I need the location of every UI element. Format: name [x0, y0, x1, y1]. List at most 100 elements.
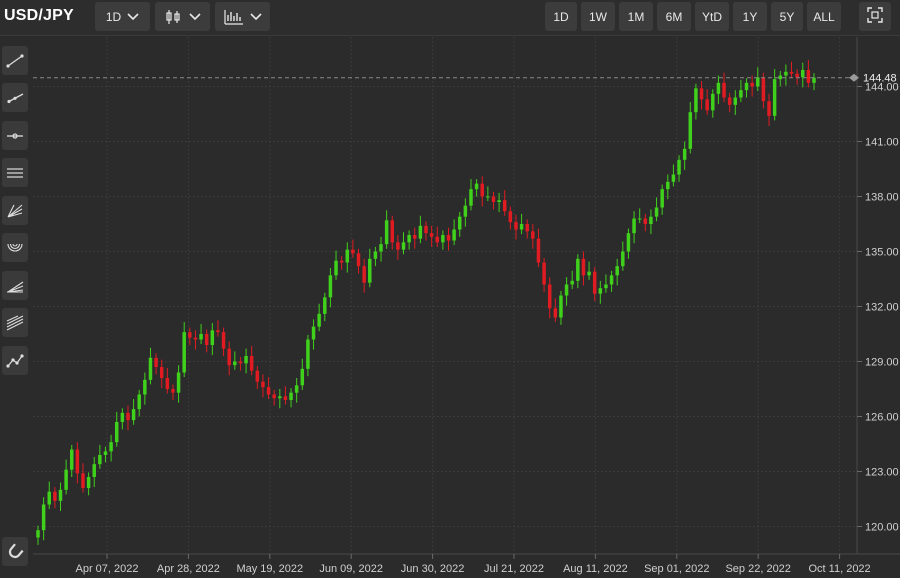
candle-body	[632, 218, 636, 234]
y-tick-label: 120.00	[865, 522, 899, 534]
magnet-tool-button[interactable]	[2, 537, 28, 566]
candle-body	[756, 77, 760, 87]
candle-body	[283, 396, 288, 400]
candle-body	[81, 473, 85, 488]
candle-body	[64, 469, 68, 490]
candle-body	[519, 224, 524, 230]
candle-body	[86, 477, 91, 488]
candle-body	[682, 148, 687, 160]
candle-body	[120, 412, 125, 422]
candle-body	[401, 242, 406, 250]
candle-body	[615, 266, 619, 276]
x-tick-label: Aug 11, 2022	[563, 563, 628, 575]
ray-tool-icon	[6, 91, 24, 105]
candle-body	[334, 260, 338, 276]
candle-body	[711, 93, 715, 111]
candle-body	[727, 97, 732, 105]
current-price-label: 144.48	[863, 73, 897, 85]
magnet-icon	[6, 542, 24, 561]
candle-body	[227, 348, 231, 366]
candle-body	[637, 218, 642, 220]
chevron-down-icon	[188, 12, 201, 21]
fullscreen-button[interactable]	[859, 2, 891, 31]
candle-body	[536, 238, 541, 263]
candle-body	[744, 82, 749, 91]
candle-body	[294, 385, 299, 393]
top-toolbar: USD/JPY 1D 1D 1W 1M 6M YtD 1Y 5Y ALL	[0, 0, 900, 36]
candle-body	[165, 378, 170, 389]
horizontal-line-tool-button[interactable]	[2, 121, 28, 150]
candle-body	[778, 75, 783, 80]
path-tool-button[interactable]	[2, 346, 28, 375]
y-tick-label: 132.00	[865, 302, 899, 314]
candle-body	[491, 196, 496, 202]
candle-body	[272, 394, 276, 399]
range-1w-button[interactable]: 1W	[581, 2, 615, 31]
fib-channel-icon	[6, 314, 24, 331]
indicators-button[interactable]	[215, 2, 270, 31]
ray-tool-button[interactable]	[2, 83, 28, 112]
x-tick-label: Jun 30, 2022	[401, 563, 465, 575]
candle-body	[806, 70, 811, 83]
x-tick-label: Jun 09, 2022	[319, 563, 383, 575]
candle-body	[772, 79, 777, 116]
candle-body	[547, 284, 552, 309]
range-1m-button[interactable]: 1M	[619, 2, 653, 31]
candle-body	[221, 332, 226, 349]
candle-body	[739, 90, 743, 98]
candle-body	[148, 357, 153, 380]
candle-body	[660, 189, 664, 208]
y-tick-label: 138.00	[865, 192, 899, 204]
candle-body	[413, 235, 417, 239]
parallel-channel-icon	[6, 166, 24, 180]
candle-body	[514, 222, 518, 230]
candle-body	[609, 275, 614, 285]
line-tool-button[interactable]	[2, 46, 28, 75]
symbol-title: USD/JPY	[4, 7, 74, 24]
chart-type-button[interactable]	[155, 2, 210, 31]
candlestick-icon	[165, 9, 183, 25]
fib-fan-tool-button[interactable]	[2, 196, 28, 225]
candle-body	[41, 504, 46, 531]
fib-arc-icon	[6, 241, 24, 255]
candle-body	[368, 258, 372, 283]
interval-dropdown-button[interactable]: 1D	[95, 2, 150, 31]
candle-body	[474, 183, 479, 190]
candle-body	[497, 200, 501, 202]
candle-body	[137, 394, 141, 410]
parallel-channel-tool-button[interactable]	[2, 158, 28, 187]
range-all-button[interactable]: ALL	[807, 2, 841, 31]
y-tick-label: 126.00	[865, 412, 899, 424]
candle-body	[446, 235, 451, 241]
drawing-tools-sidebar	[0, 37, 33, 578]
candle-body	[384, 220, 389, 245]
candle-body	[69, 449, 74, 470]
range-1d-button[interactable]: 1D	[545, 2, 577, 31]
candle-body	[795, 73, 799, 78]
candle-body	[362, 266, 366, 283]
candle-body	[339, 260, 344, 263]
range-5y-button[interactable]: 5Y	[771, 2, 803, 31]
range-6m-button[interactable]: 6M	[657, 2, 691, 31]
fib-channel-tool-button[interactable]	[2, 308, 28, 337]
candle-body	[390, 220, 395, 243]
candle-body	[649, 216, 653, 224]
candle-body	[47, 491, 51, 505]
y-tick-label: 123.00	[865, 467, 899, 479]
pitchfork-tool-button[interactable]	[2, 271, 28, 300]
range-1y-button[interactable]: 1Y	[733, 2, 767, 31]
candle-body	[553, 308, 558, 318]
range-ytd-button[interactable]: YtD	[695, 2, 729, 31]
fib-arc-tool-button[interactable]	[2, 233, 28, 262]
candlestick-chart-canvas[interactable]: 120.00 123.00 126.00 129.00 132.00 135.00 138.…	[33, 37, 900, 578]
candle-body	[463, 205, 468, 217]
y-tick-label: 129.00	[865, 357, 899, 369]
price-chart[interactable]: 120.00 123.00 126.00 129.00 132.00 135.00 138.…	[33, 37, 900, 578]
path-tool-icon	[6, 353, 24, 368]
candle-body	[103, 451, 108, 455]
candle-body	[789, 71, 794, 74]
candle-body	[559, 295, 563, 318]
candle-body	[75, 449, 80, 474]
candle-body	[379, 244, 383, 252]
candle-body	[188, 332, 192, 338]
